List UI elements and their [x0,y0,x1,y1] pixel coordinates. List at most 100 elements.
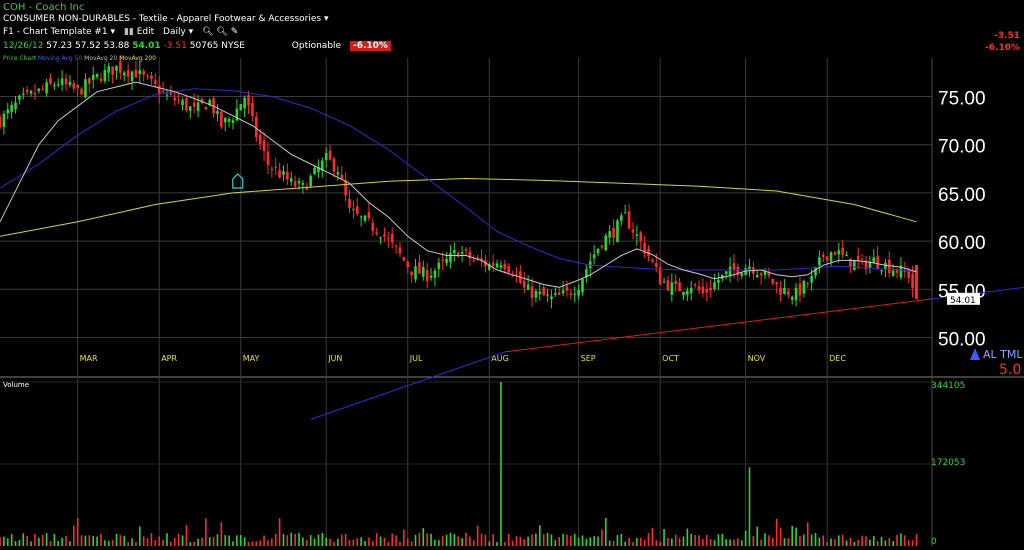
volume-bar [395,535,397,546]
volume-zero-label: 0 [931,537,937,547]
candle-body [453,250,456,254]
last-price-label: 54.01 [950,296,976,306]
tools-label[interactable]: AL TML [983,348,1023,361]
candle-body [313,167,316,174]
candle-body [196,102,200,112]
candle-body [860,259,864,261]
candle-body [394,245,398,247]
edit-button[interactable]: Edit [137,27,154,37]
volume-bar [84,535,87,546]
draw-pencil-icon[interactable]: ✎ [231,27,239,37]
candle-body [332,158,336,172]
volume-bar [465,532,467,546]
candle-body [99,78,103,82]
candle-body [678,282,681,292]
month-label: DEC [829,354,846,363]
candle-body [56,84,60,86]
sector-line[interactable]: CONSUMER NON-DURABLES - Textile - Appare… [3,14,329,24]
volume-bar [170,541,172,546]
volume-bar [6,538,9,546]
candle-body [577,290,580,296]
volume-bar [806,522,809,546]
candle-body [810,275,813,283]
candle-body [557,292,561,295]
zoom-out-icon[interactable]: 🔍︎ [216,27,227,37]
candle-body [243,97,246,109]
candle-body [693,284,697,286]
candle-body [402,257,406,261]
volume-bar [224,535,227,546]
volume-bar [352,539,355,546]
volume-bar [639,537,642,546]
candle-body [841,247,844,255]
volume-bar [523,539,526,546]
volume-bar [298,532,300,546]
volume-bar [364,541,366,546]
candle-body [297,181,301,184]
volume-bar [737,538,739,546]
volume-bar [185,525,188,546]
candle-body [713,282,716,289]
volume-bar [189,542,192,546]
volume-bar [744,530,747,546]
volume-bar [729,539,731,546]
trendline-red[interactable] [504,298,933,353]
volume-bar [713,540,716,546]
candle-body [301,182,305,185]
candle-body [410,271,413,276]
candle-body [33,93,37,95]
bar-chart-icon[interactable]: ▮▮ [124,27,134,37]
zoom-in-icon[interactable]: 🔍︎ [202,27,213,37]
volume-bar [573,533,576,546]
volume-bar [476,525,479,546]
candle-body [115,65,118,71]
sector-dropdown-icon[interactable]: ▾ [324,14,329,24]
candle-body [670,282,674,295]
volume-bar [387,542,390,546]
price-chart[interactable]: 50.0055.0060.0065.0070.0075.00MAR APR MAY J… [0,0,1024,550]
volume-bar [263,535,265,546]
volume-bar [434,539,436,546]
volume-bar [869,539,871,546]
candle-body [701,286,705,294]
candle-body [150,75,153,79]
candle-body [375,232,378,234]
candle-body [783,288,786,295]
symbol-title[interactable]: COH - Coach Inc [3,2,84,13]
candle-body [853,260,856,271]
volume-bar [818,537,821,546]
candle-body [29,91,33,94]
price-tick-label: 75.00 [938,89,986,110]
volume-bar [26,535,28,546]
volume-bar [441,536,444,546]
volume-bar [500,382,502,546]
volume-bar [154,539,157,546]
candle-body [495,263,499,268]
volume-bar [96,536,98,546]
volume-bar [329,538,331,546]
volume-bar [643,539,646,546]
candle-body [616,220,619,243]
candle-body [845,254,848,257]
candle-body [72,83,76,89]
template-selector[interactable]: F1 - Chart Template #1 ▾ [3,27,115,37]
volume-bar [399,541,401,546]
candle-body [573,293,577,295]
period-selector[interactable]: Daily ▾ [163,27,193,37]
price-tick-label: 70.00 [938,137,986,158]
volume-bar [511,540,514,546]
candle-body [876,255,879,269]
volume-bar [663,529,665,546]
right-change: -3.51 [994,31,1020,41]
volume-bar [612,540,615,546]
volume-bar [104,540,106,546]
volume-bar [496,542,498,546]
candle-body [433,270,437,278]
volume-bar [236,535,238,546]
month-label: MAR [80,354,98,363]
candle-body [161,90,165,92]
candle-body [49,78,52,84]
volume-bar [445,534,448,546]
volume-bar [302,537,304,546]
volume-bar [271,538,273,546]
